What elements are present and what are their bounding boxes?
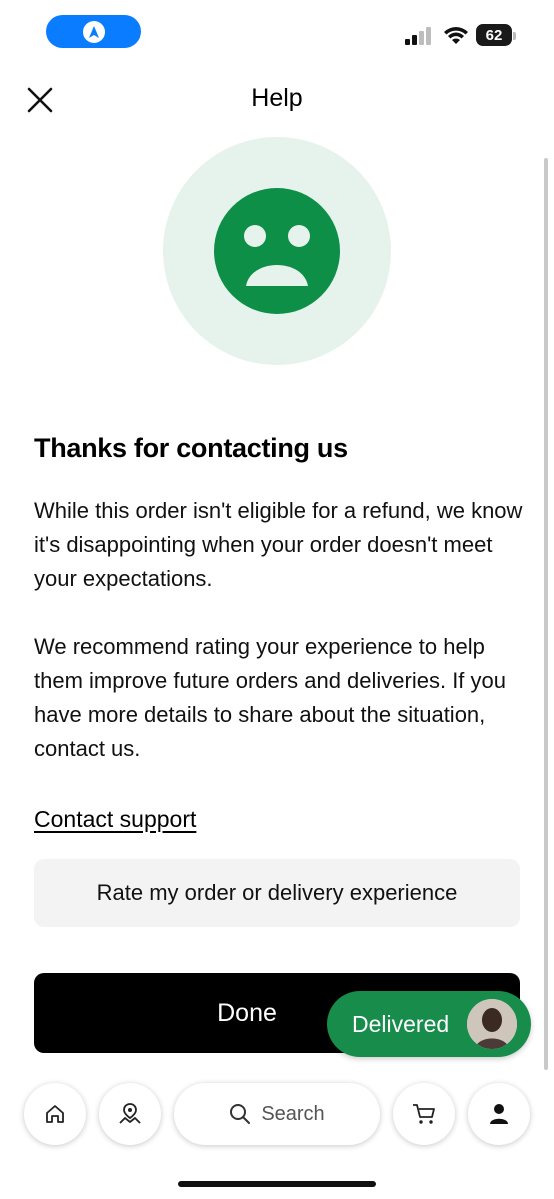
search-label: Search [261,1102,325,1125]
page-title: Help [251,84,303,112]
navigation-status-pill[interactable] [46,15,141,48]
wifi-icon [444,27,468,44]
map-pin-icon [119,1103,141,1124]
home-icon [46,1105,64,1123]
sad-face-icon [214,188,340,314]
search-tab[interactable]: Search [174,1083,380,1145]
courier-avatar [467,999,517,1049]
confirmation-heading: Thanks for contacting us [34,433,348,463]
account-tab[interactable] [468,1083,530,1145]
done-label: Done [217,998,277,1027]
refund-info-text: While this order isn't eligible for a re… [34,498,523,591]
home-tab[interactable] [24,1083,86,1145]
battery-indicator: 62 [476,24,516,46]
browse-map-tab[interactable] [99,1083,161,1145]
cart-tab[interactable] [393,1083,455,1145]
contact-support-link[interactable]: Contact support [34,806,196,833]
cart-icon [413,1104,435,1124]
account-icon [490,1104,508,1124]
search-icon [230,1104,251,1124]
delivery-status-pill[interactable]: Delivered [327,991,531,1057]
delivery-status-label: Delivered [352,1010,450,1037]
home-indicator[interactable] [178,1181,376,1187]
rate-experience-button[interactable]: Rate my order or delivery experience [34,859,520,927]
rating-recommendation-text: We recommend rating your experience to h… [34,634,507,761]
battery-level: 62 [485,26,503,44]
cellular-signal-icon [405,27,431,45]
navigation-arrow-icon [82,20,105,43]
help-screen: 62 Help Thanks for contacting us While t… [0,0,554,1199]
scrollbar[interactable] [544,158,548,1070]
